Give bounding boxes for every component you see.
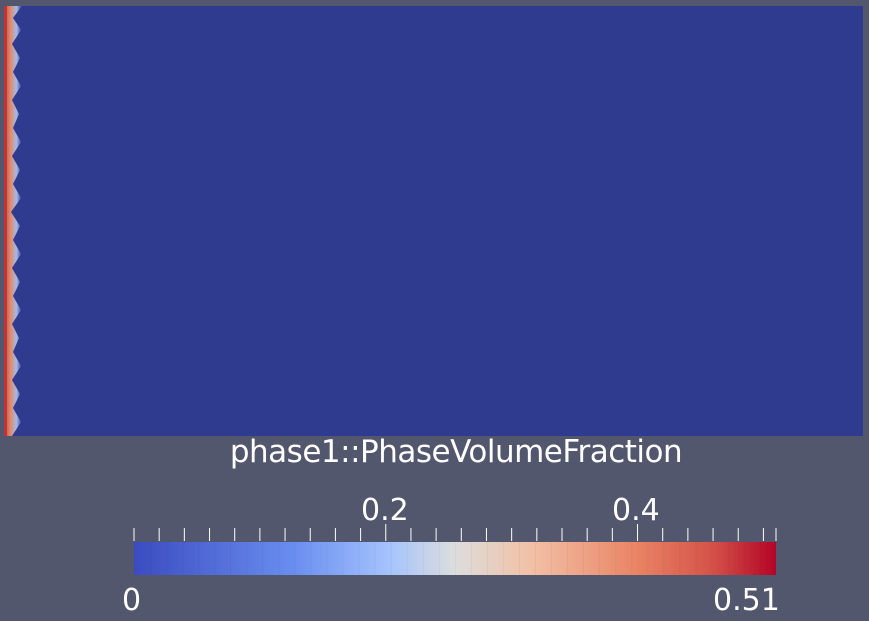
render-view[interactable]: phase1::PhaseVolumeFraction 0 0.51 0.2 0… — [0, 0, 869, 621]
colorbar-band-edge — [422, 542, 424, 575]
colorbar-band-edge — [663, 542, 665, 575]
colorbar-band-edge — [759, 542, 761, 575]
colorbar-band-edge — [487, 542, 488, 575]
colorbar-band-edge — [455, 542, 456, 575]
colorbar-band-edge — [198, 542, 199, 575]
field-rendering — [4, 6, 863, 575]
colorbar-band-edge — [647, 542, 649, 575]
colorbar-band-edge — [711, 542, 713, 575]
colorbar-band-edge — [278, 542, 280, 575]
colorbar-tick-label-0-4: 0.4 — [612, 493, 660, 528]
field-domain — [4, 6, 863, 436]
colorbar-band-edge — [182, 542, 183, 575]
colorbar-band-edge — [134, 542, 135, 575]
colorbar-band-edge — [599, 542, 601, 575]
field-red-edge — [4, 6, 7, 436]
colorbar-min-label: 0 — [122, 583, 142, 618]
colorbar-band-edge — [727, 542, 729, 575]
colorbar-band-edge — [390, 542, 392, 575]
colorbar-band-edge — [342, 542, 344, 575]
colorbar-band-edge — [583, 542, 584, 575]
colorbar-band-edge — [374, 542, 376, 575]
colorbar-band-edge — [294, 542, 296, 575]
colorbar-band-edge — [679, 542, 681, 575]
colorbar-band-edge — [615, 542, 617, 575]
colorbar-band-edge — [214, 542, 215, 575]
colorbar-band-edge — [519, 542, 520, 575]
colorbar-band-edge — [503, 542, 504, 575]
colorbar-band-edge — [535, 542, 536, 575]
colorbar-ticks — [133, 524, 777, 541]
colorbar-band-edge — [262, 542, 263, 575]
colorbar-band-edge — [246, 542, 247, 575]
colorbar-band-edge — [358, 542, 360, 575]
colorbar-band-edge — [551, 542, 552, 575]
colorbar-max-label: 0.51 — [713, 583, 780, 618]
colorbar-band-edge — [326, 542, 328, 575]
colorbar-band-edge — [631, 542, 633, 575]
colorbar-band-edge — [743, 542, 745, 575]
colorbar-band-edge — [406, 542, 408, 575]
colorbar-band-edge — [567, 542, 568, 575]
colorbar-band-edge — [150, 542, 151, 575]
colorbar-tick-label-0-2: 0.2 — [361, 493, 409, 528]
colorbar-title: phase1::PhaseVolumeFraction — [229, 434, 683, 470]
colorbar-band-edge — [471, 542, 472, 575]
colorbar-band-edge — [166, 542, 167, 575]
colorbar-band-edge — [310, 542, 312, 575]
colorbar-band-edge — [438, 542, 440, 575]
colorbar-band-edge — [695, 542, 697, 575]
colorbar-band-edge — [230, 542, 231, 575]
